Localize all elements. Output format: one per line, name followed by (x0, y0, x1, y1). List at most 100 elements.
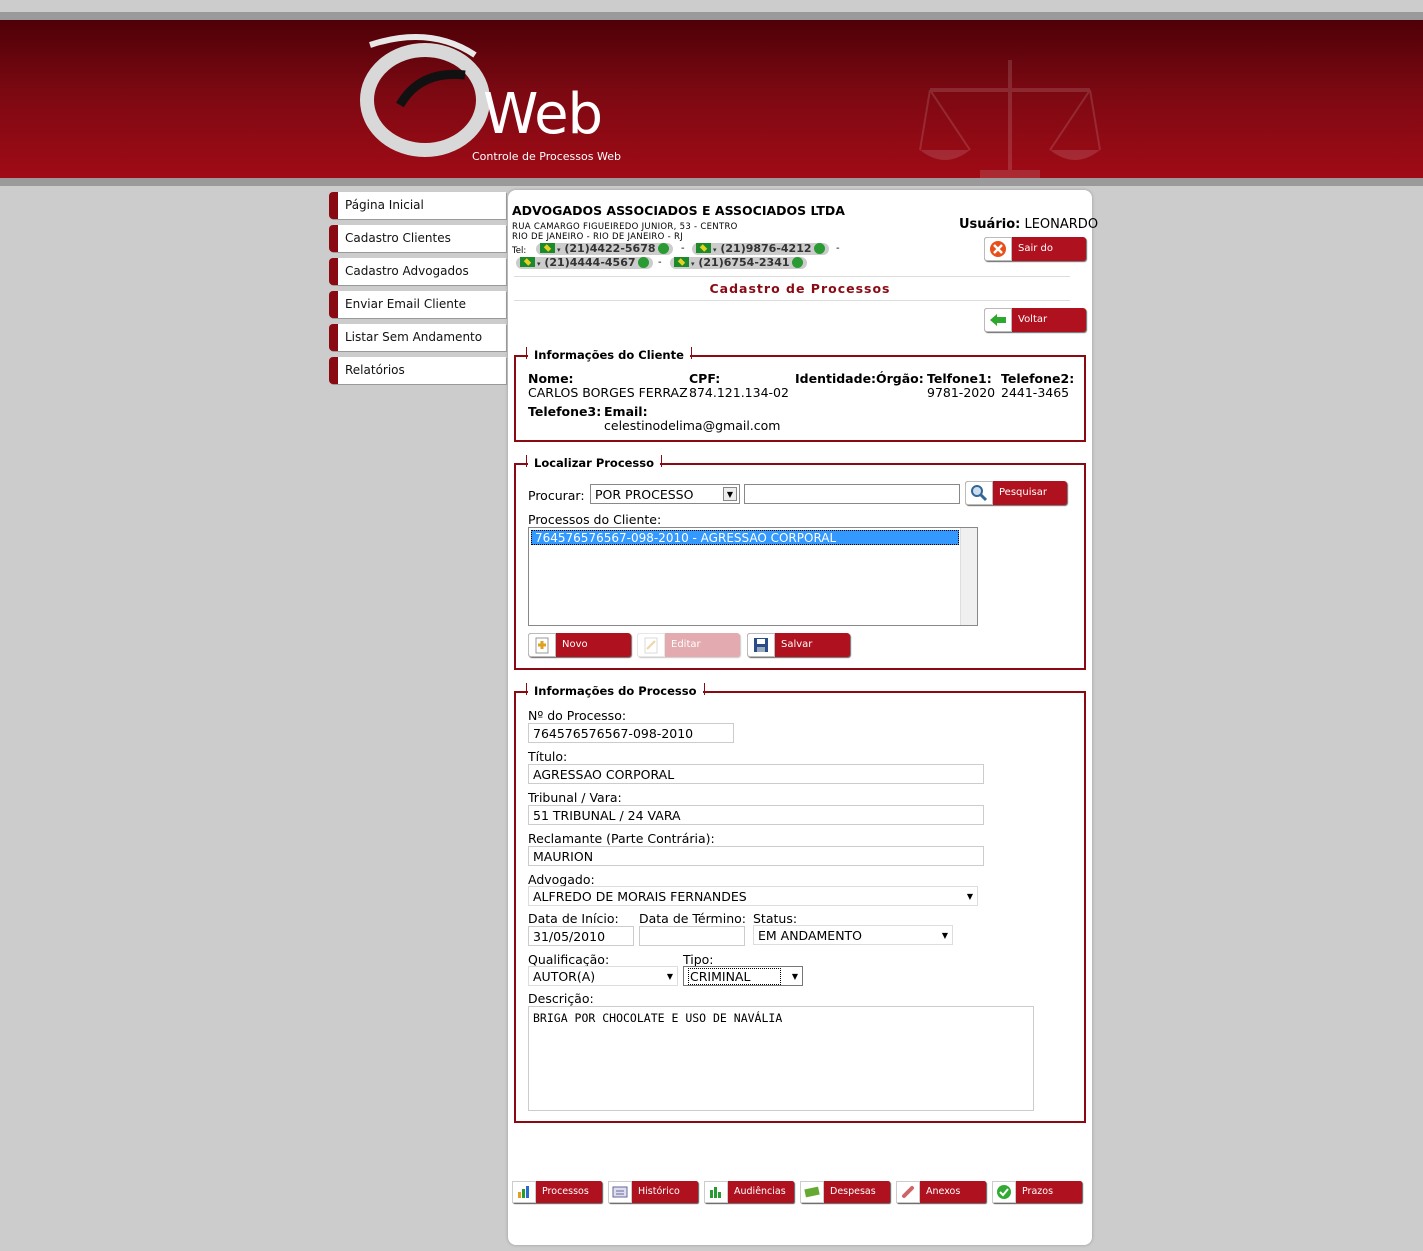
descricao-textarea[interactable]: BRIGA POR CHOCOLATE E USO DE NAVÁLIA (528, 1006, 1034, 1111)
descricao-label: Descrição: (528, 991, 594, 1006)
logout-button[interactable]: Sair do Sistema (984, 237, 1086, 278)
money-icon (800, 1181, 824, 1203)
numero-input[interactable]: 764576576567-098-2010 (528, 723, 734, 743)
chevron-down-icon: ▾ (713, 246, 717, 254)
client-email: celestinodelima@gmail.com (604, 418, 781, 433)
back-button[interactable]: Voltar (984, 308, 1086, 332)
processos-cliente-label: Processos do Cliente: (528, 512, 662, 527)
client-orgao-label: Órgão: (876, 371, 924, 386)
inicio-input[interactable]: 31/05/2010 (528, 926, 634, 946)
client-email-label: Email: (604, 404, 648, 419)
termino-input[interactable] (639, 926, 745, 946)
inicio-label: Data de Início: (528, 911, 619, 926)
menu-item-cadastro-advogados[interactable]: Cadastro Advogados (329, 258, 506, 285)
tipo-label: Tipo: (683, 952, 714, 967)
logo-text: Web (483, 82, 603, 147)
search-legend: Localizar Processo (525, 455, 663, 470)
call-icon[interactable] (637, 257, 649, 268)
numero-label: Nº do Processo: (528, 708, 627, 723)
user-info: Usuário: LEONARDO (959, 217, 1098, 232)
menu-item-listar-sem-andamento[interactable]: Listar Sem Andamento (329, 324, 506, 351)
status-select[interactable]: EM ANDAMENTO ▼ (753, 925, 953, 945)
tribunal-label: Tribunal / Vara: (528, 790, 622, 805)
client-identidade-label: Identidade: (795, 371, 877, 386)
tribunal-input[interactable]: 51 TRIBUNAL / 24 VARA (528, 805, 984, 825)
phone-3: ▾ (21)4444-4567 (516, 257, 653, 269)
top-strip (0, 12, 1423, 20)
titulo-input[interactable]: AGRESSAO CORPORAL (528, 764, 984, 784)
chevron-down-icon: ▼ (666, 972, 673, 981)
side-menu: Página Inicial Cadastro Clientes Cadastr… (329, 192, 506, 390)
qualificacao-select[interactable]: AUTOR(A) ▼ (528, 966, 678, 986)
company-address-line1: RUA CAMARGO FIGUEIREDO JUNIOR, 53 - CENT… (512, 222, 738, 232)
client-cpf-label: CPF: (689, 371, 721, 386)
procurar-select[interactable]: POR PROCESSO ▼ (590, 484, 740, 504)
chevron-down-icon: ▼ (966, 892, 973, 901)
phone-4: ▾ (21)6754-2341 (670, 257, 807, 269)
logo-subtitle: Controle de Processos Web (472, 150, 621, 163)
header-bottom-strip (0, 178, 1423, 186)
call-icon[interactable] (657, 243, 669, 254)
client-info-legend: Informações do Cliente (526, 347, 692, 362)
advogado-select[interactable]: ALFREDO DE MORAIS FERNANDES ▼ (528, 886, 978, 906)
client-name: CARLOS BORGES FERRAZ (528, 385, 688, 400)
historico-tab-button[interactable]: Histórico (608, 1181, 698, 1203)
client-name-label: Nome: (528, 371, 574, 386)
client-telefone2-label: Telefone2: (1001, 371, 1075, 386)
scrollbar[interactable] (960, 528, 977, 625)
reclamante-input[interactable]: MAURION (528, 846, 984, 866)
menu-item-cadastro-clientes[interactable]: Cadastro Clientes (329, 225, 506, 252)
menu-item-enviar-email[interactable]: Enviar Email Cliente (329, 291, 506, 318)
search-input[interactable] (744, 484, 960, 504)
menu-item-pagina-inicial[interactable]: Página Inicial (329, 192, 506, 219)
menu-item-relatorios[interactable]: Relatórios (329, 357, 506, 384)
despesas-tab-button[interactable]: Despesas (800, 1181, 890, 1203)
new-document-icon (528, 633, 556, 657)
chevron-down-icon: ▼ (941, 931, 948, 940)
editar-button[interactable]: Editar (637, 633, 740, 657)
call-icon[interactable] (791, 257, 803, 268)
bars-icon (704, 1181, 728, 1203)
brazil-flag-icon (540, 243, 555, 253)
phone-1: ▾ (21)4422-5678 (536, 243, 673, 255)
divider (514, 276, 1070, 277)
client-telefone1-label: Telfone1: (927, 371, 992, 386)
phone-separator: - (658, 257, 662, 268)
procurar-label: Procurar: (528, 488, 585, 503)
card-icon (608, 1181, 632, 1203)
brazil-flag-icon (520, 257, 535, 267)
pesquisar-button[interactable]: Pesquisar (965, 481, 1067, 505)
brazil-flag-icon (696, 243, 711, 253)
save-icon (747, 633, 775, 657)
processos-listbox[interactable]: 764576576567-098-2010 - AGRESSAO CORPORA… (528, 527, 978, 626)
client-telefone2: 2441-3465 (1001, 385, 1070, 400)
novo-button[interactable]: Novo (528, 633, 631, 657)
qualificacao-label: Qualificação: (528, 952, 610, 967)
process-info-legend: Informações do Processo (526, 683, 704, 698)
chevron-down-icon: ▼ (723, 487, 737, 501)
status-label: Status: (753, 911, 798, 926)
divider (514, 300, 1070, 301)
company-address-line2: RIO DE JANEIRO - RIO DE JANEIRO - RJ (512, 232, 684, 242)
client-cpf: 874.121.134-02 (689, 385, 789, 400)
phone-2: ▾ (21)9876-4212 (692, 243, 829, 255)
processos-tab-button[interactable]: Processos (512, 1181, 602, 1203)
tipo-select[interactable]: CRIMINAL ▼ (683, 966, 803, 986)
arrow-left-icon (984, 308, 1012, 332)
page-title: Cadastro de Processos (709, 281, 891, 296)
call-icon[interactable] (813, 243, 825, 254)
anexos-tab-button[interactable]: Anexos (896, 1181, 986, 1203)
user-label: Usuário: (959, 217, 1021, 232)
company-name: ADVOGADOS ASSOCIADOS E ASSOCIADOS LTDA (512, 203, 845, 218)
search-icon (965, 481, 993, 505)
chart-icon (512, 1181, 536, 1203)
audiencias-tab-button[interactable]: Audiências (704, 1181, 794, 1203)
prazos-tab-button[interactable]: Prazos (992, 1181, 1082, 1203)
close-icon (984, 237, 1012, 261)
list-item[interactable]: 764576576567-098-2010 - AGRESSAO CORPORA… (531, 530, 959, 545)
client-telefone3-label: Telefone3: (528, 404, 602, 419)
phone-separator: - (836, 243, 840, 254)
brazil-flag-icon (674, 257, 689, 267)
salvar-button[interactable]: Salvar (747, 633, 850, 657)
chevron-down-icon: ▾ (557, 246, 561, 254)
